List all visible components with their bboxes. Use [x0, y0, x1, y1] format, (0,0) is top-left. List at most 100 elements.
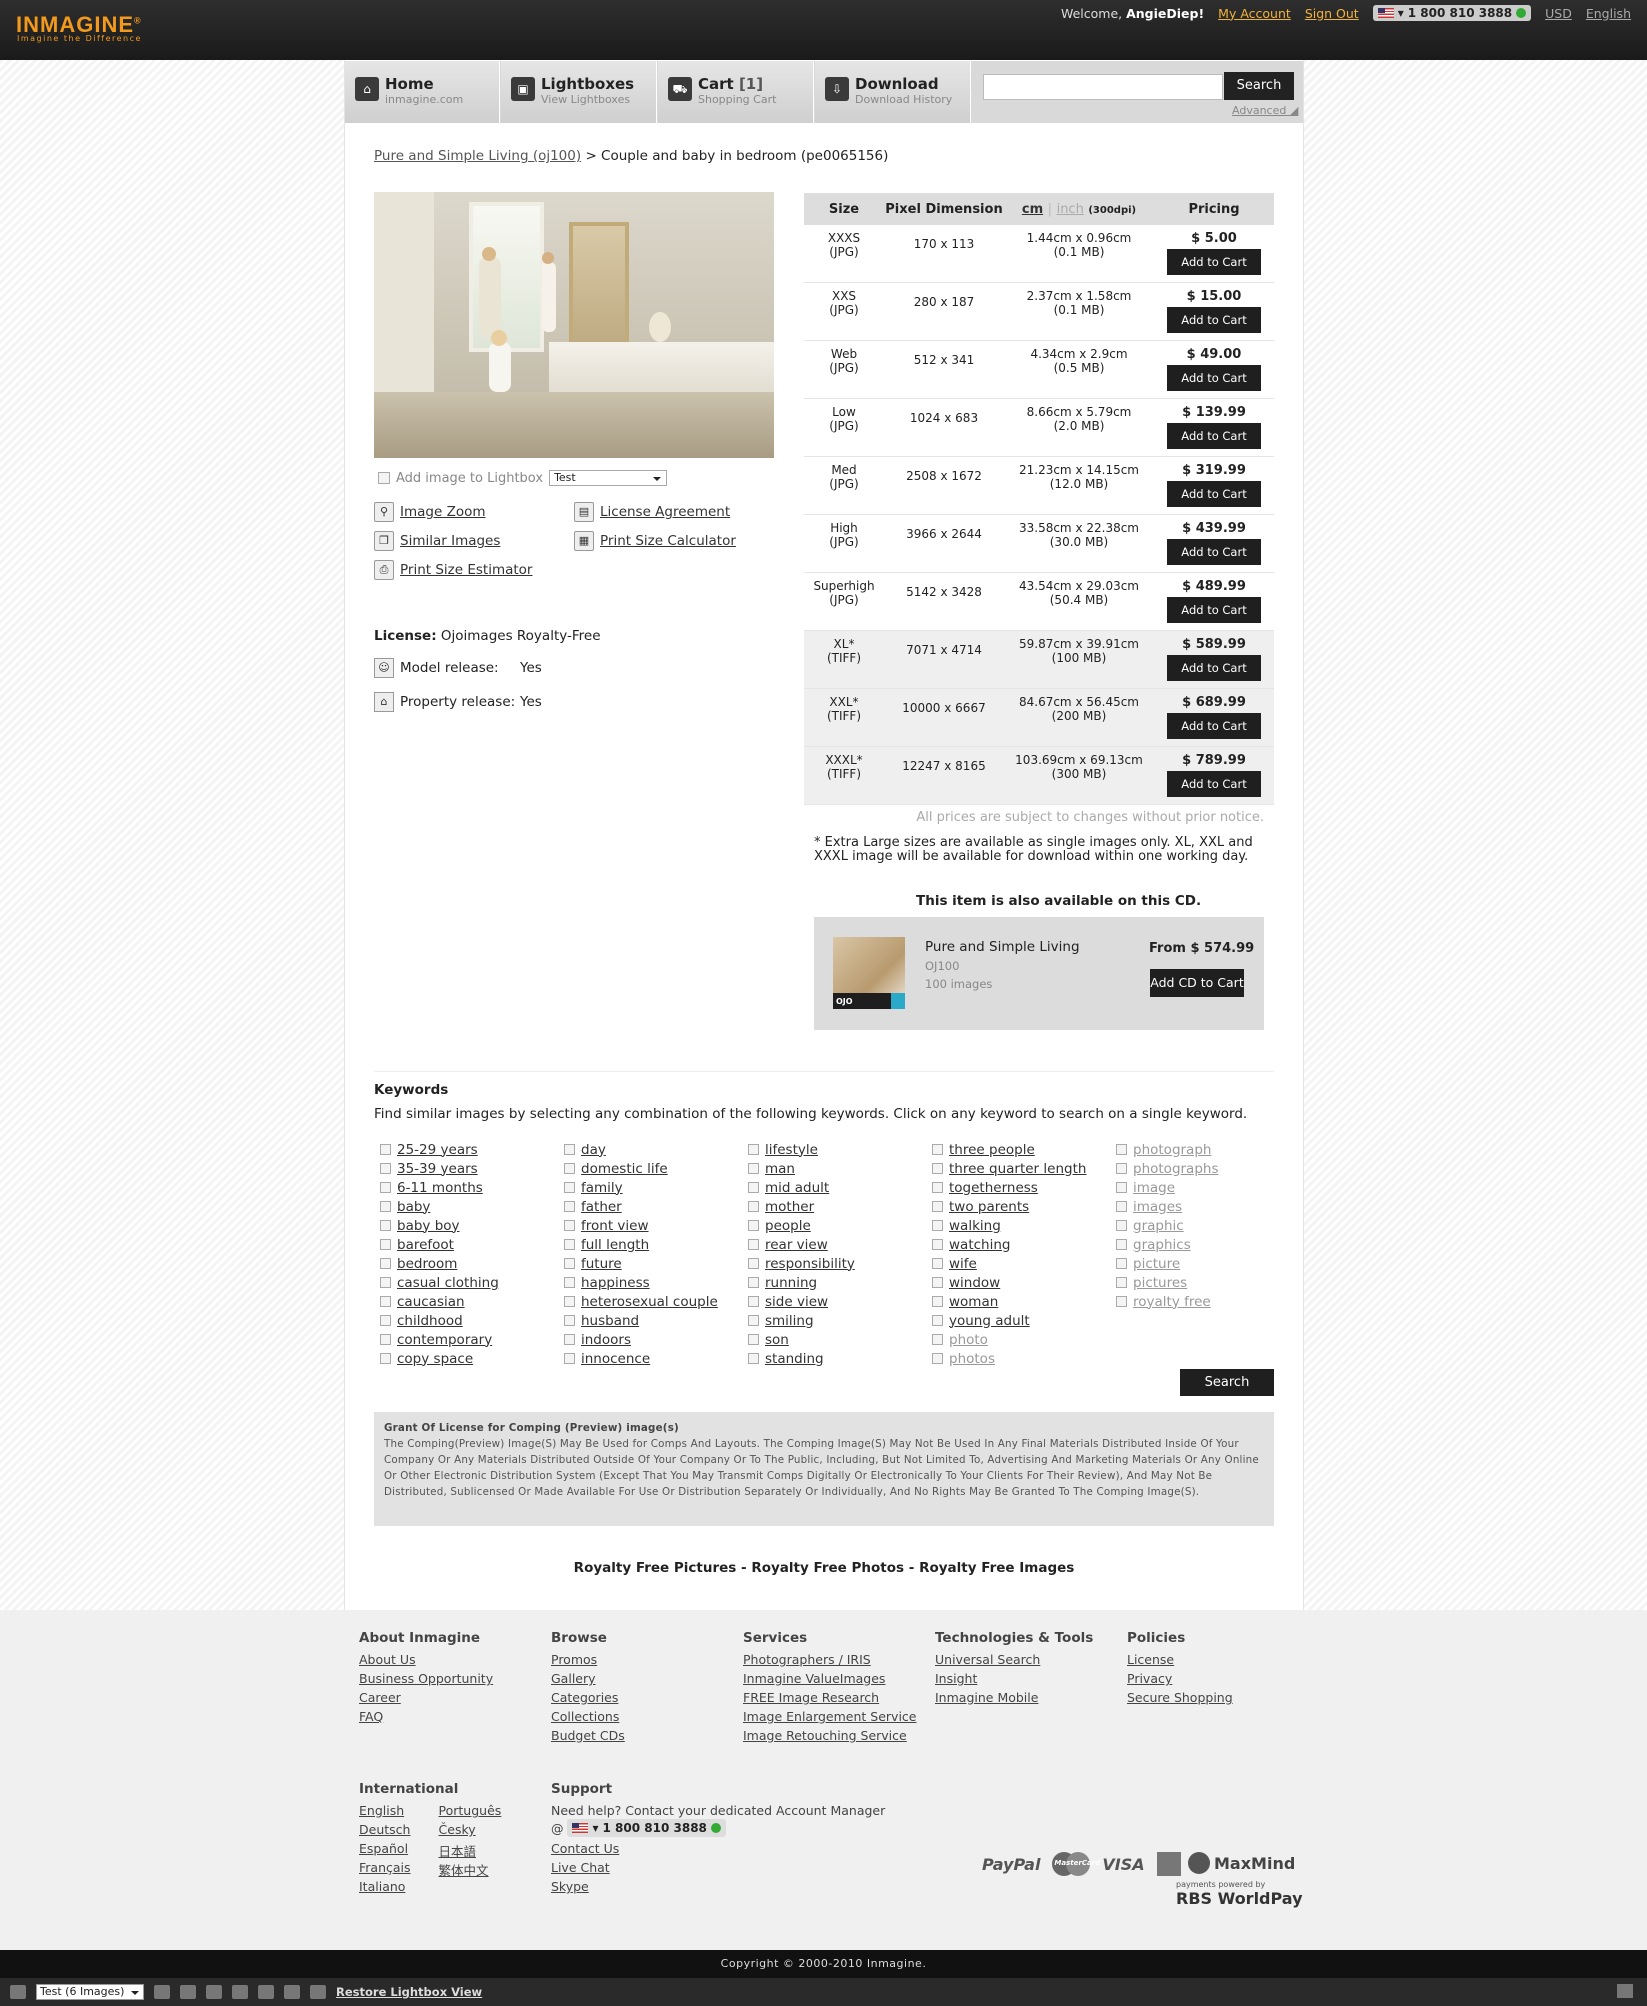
- keyword-link[interactable]: smiling: [765, 1313, 814, 1329]
- add-to-cart-button[interactable]: Add to Cart: [1167, 423, 1261, 449]
- keyword-checkbox[interactable]: [748, 1334, 759, 1345]
- keyword-checkbox[interactable]: [748, 1144, 759, 1155]
- keyword-link[interactable]: future: [581, 1256, 622, 1272]
- keyword-link[interactable]: family: [581, 1180, 623, 1196]
- support-phone-selector[interactable]: ▾ 1 800 810 3888: [567, 1819, 726, 1837]
- lightbox-toolbar-select[interactable]: Test (6 Images): [36, 1984, 144, 2000]
- keyword-checkbox[interactable]: [932, 1239, 943, 1250]
- footer-link[interactable]: Categories: [551, 1690, 618, 1705]
- keyword-checkbox[interactable]: [932, 1258, 943, 1269]
- keyword-link[interactable]: graphic: [1133, 1218, 1184, 1234]
- keyword-checkbox[interactable]: [380, 1182, 391, 1193]
- image-preview[interactable]: [374, 192, 774, 458]
- refresh-icon[interactable]: [154, 1985, 170, 1999]
- keyword-link[interactable]: heterosexual couple: [581, 1294, 718, 1310]
- keyword-link[interactable]: woman: [949, 1294, 998, 1310]
- keyword-link[interactable]: two parents: [949, 1199, 1029, 1215]
- keyword-link[interactable]: copy space: [397, 1351, 473, 1367]
- grid-icon[interactable]: [10, 1985, 26, 1999]
- language-link[interactable]: Português: [439, 1803, 502, 1818]
- keyword-link[interactable]: full length: [581, 1237, 649, 1253]
- keyword-link[interactable]: husband: [581, 1313, 639, 1329]
- footer-link[interactable]: About Us: [359, 1652, 416, 1667]
- keyword-checkbox[interactable]: [380, 1258, 391, 1269]
- keyword-checkbox[interactable]: [380, 1163, 391, 1174]
- keyword-link[interactable]: bedroom: [397, 1256, 457, 1272]
- keywords-search-button[interactable]: Search: [1180, 1369, 1274, 1396]
- print-size-estimator-tool[interactable]: ⎙ Print Size Estimator: [374, 560, 532, 580]
- footer-link[interactable]: Image Enlargement Service: [743, 1709, 916, 1724]
- footer-link[interactable]: Budget CDs: [551, 1728, 625, 1743]
- keyword-checkbox[interactable]: [1116, 1239, 1127, 1250]
- keyword-checkbox[interactable]: [380, 1201, 391, 1212]
- keyword-checkbox[interactable]: [380, 1239, 391, 1250]
- footer-link[interactable]: Image Retouching Service: [743, 1728, 907, 1743]
- language-link[interactable]: Česky: [439, 1822, 476, 1837]
- lightbox-list-icon[interactable]: [180, 1985, 196, 1999]
- cd-thumbnail[interactable]: OJO: [833, 937, 905, 1009]
- keyword-checkbox[interactable]: [748, 1296, 759, 1307]
- keyword-checkbox[interactable]: [1116, 1144, 1127, 1155]
- add-to-cart-button[interactable]: Add to Cart: [1167, 539, 1261, 565]
- keyword-link[interactable]: images: [1133, 1199, 1182, 1215]
- keyword-checkbox[interactable]: [932, 1277, 943, 1288]
- keyword-link[interactable]: wife: [949, 1256, 977, 1272]
- keyword-checkbox[interactable]: [1116, 1201, 1127, 1212]
- language-link[interactable]: Deutsch: [359, 1822, 410, 1837]
- footer-link[interactable]: Photographers / IRIS: [743, 1652, 871, 1667]
- keyword-checkbox[interactable]: [380, 1315, 391, 1326]
- keyword-checkbox[interactable]: [1116, 1258, 1127, 1269]
- keyword-link[interactable]: mid adult: [765, 1180, 829, 1196]
- email-icon[interactable]: [206, 1985, 222, 1999]
- keyword-link[interactable]: togetherness: [949, 1180, 1038, 1196]
- keyword-link[interactable]: three people: [949, 1142, 1035, 1158]
- print-size-calculator-tool[interactable]: ▦ Print Size Calculator: [574, 531, 736, 551]
- keyword-checkbox[interactable]: [932, 1353, 943, 1364]
- keyword-checkbox[interactable]: [748, 1182, 759, 1193]
- keyword-checkbox[interactable]: [564, 1315, 575, 1326]
- keyword-checkbox[interactable]: [564, 1220, 575, 1231]
- keyword-checkbox[interactable]: [564, 1353, 575, 1364]
- expand-icon[interactable]: [1617, 1984, 1633, 1998]
- keyword-link[interactable]: 6-11 months: [397, 1180, 483, 1196]
- keyword-checkbox[interactable]: [564, 1239, 575, 1250]
- keyword-link[interactable]: indoors: [581, 1332, 631, 1348]
- tab-download[interactable]: ⇩ Download Download History: [815, 61, 971, 123]
- keyword-link[interactable]: caucasian: [397, 1294, 465, 1310]
- keyword-checkbox[interactable]: [380, 1334, 391, 1345]
- image-zoom-tool[interactable]: ⚲ Image Zoom: [374, 502, 486, 522]
- keyword-link[interactable]: window: [949, 1275, 1000, 1291]
- keyword-link[interactable]: happiness: [581, 1275, 650, 1291]
- keyword-checkbox[interactable]: [748, 1163, 759, 1174]
- language-link[interactable]: 日本語: [439, 1844, 477, 1859]
- keyword-checkbox[interactable]: [932, 1201, 943, 1212]
- support-link[interactable]: Skype: [551, 1879, 589, 1894]
- keyword-link[interactable]: photos: [949, 1351, 995, 1367]
- license-agreement-tool[interactable]: ▤ License Agreement: [574, 502, 730, 522]
- print-size-estimator-link[interactable]: Print Size Estimator: [400, 562, 532, 578]
- keyword-checkbox[interactable]: [932, 1220, 943, 1231]
- language-link[interactable]: Français: [359, 1860, 411, 1875]
- keyword-checkbox[interactable]: [748, 1239, 759, 1250]
- keyword-link[interactable]: photo: [949, 1332, 988, 1348]
- sign-out-link[interactable]: Sign Out: [1305, 6, 1359, 21]
- keyword-link[interactable]: baby boy: [397, 1218, 460, 1234]
- unit-inch-toggle[interactable]: inch: [1057, 202, 1084, 217]
- keyword-link[interactable]: domestic life: [581, 1161, 668, 1177]
- keyword-checkbox[interactable]: [380, 1144, 391, 1155]
- keyword-checkbox[interactable]: [748, 1353, 759, 1364]
- keyword-checkbox[interactable]: [748, 1277, 759, 1288]
- footer-link[interactable]: Inmagine ValueImages: [743, 1671, 885, 1686]
- keyword-link[interactable]: baby: [397, 1199, 430, 1215]
- keyword-link[interactable]: photograph: [1133, 1142, 1211, 1158]
- keyword-checkbox[interactable]: [932, 1163, 943, 1174]
- keyword-link[interactable]: son: [765, 1332, 789, 1348]
- advanced-search-link[interactable]: Advanced ◢: [1232, 104, 1298, 117]
- add-to-cart-button[interactable]: Add to Cart: [1167, 655, 1261, 681]
- keyword-checkbox[interactable]: [564, 1277, 575, 1288]
- edit-icon[interactable]: [284, 1985, 300, 1999]
- keyword-link[interactable]: day: [581, 1142, 606, 1158]
- search-button[interactable]: Search: [1224, 72, 1294, 100]
- add-to-lightbox-checkbox[interactable]: [378, 472, 390, 484]
- footer-link[interactable]: FAQ: [359, 1709, 383, 1724]
